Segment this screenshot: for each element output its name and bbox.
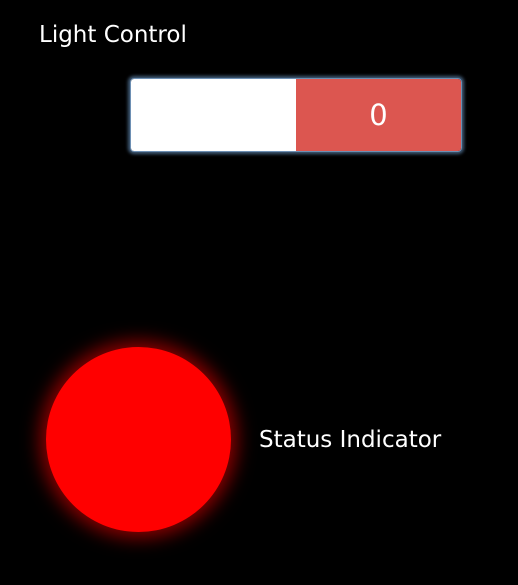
status-indicator-light [46, 347, 231, 532]
page-title: Light Control [39, 22, 187, 48]
toggle-knob[interactable] [131, 79, 296, 151]
light-toggle-switch[interactable]: 0 [130, 78, 462, 152]
status-indicator-label: Status Indicator [259, 427, 442, 453]
toggle-value-label: 0 [296, 79, 461, 151]
